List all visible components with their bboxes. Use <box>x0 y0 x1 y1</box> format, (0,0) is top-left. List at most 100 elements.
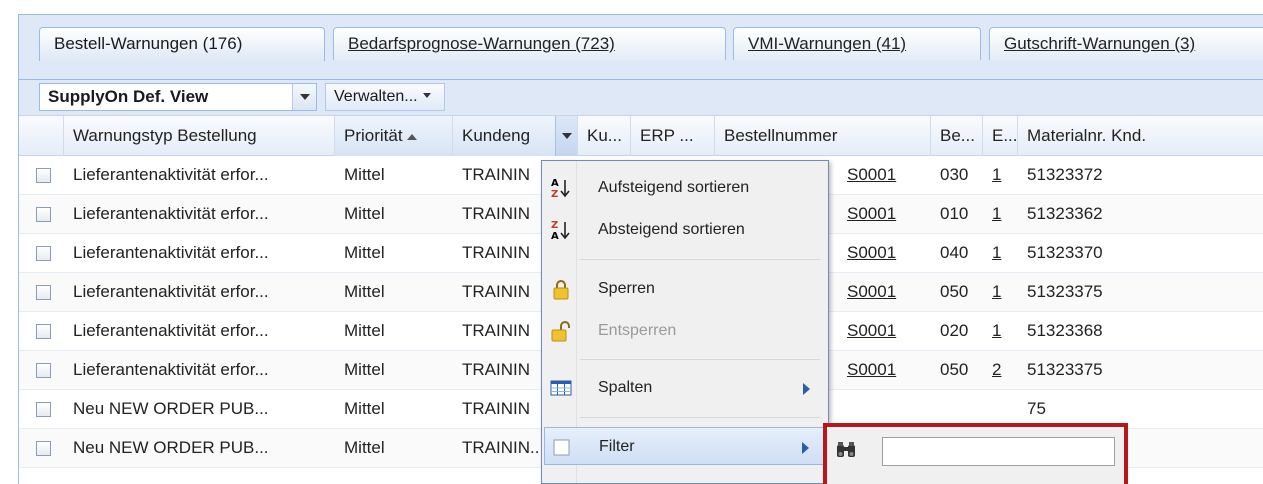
chevron-down-icon <box>561 133 572 139</box>
column-header-label: ERP ... <box>640 126 694 145</box>
tab-label: Gutschrift-Warnungen (3) <box>1004 34 1196 53</box>
row-checkbox[interactable] <box>36 363 51 378</box>
tab-label: Bestell-Warnungen (176) <box>54 34 243 53</box>
menu-item-sort-desc[interactable]: ZA Absteigend sortieren <box>544 211 826 249</box>
column-header-material[interactable]: Materialnr. Knd. <box>1018 116 1263 156</box>
column-header-label: Priorität <box>344 126 403 145</box>
svg-text:Z: Z <box>551 189 558 199</box>
filter-input[interactable] <box>882 437 1115 466</box>
menu-separator <box>580 259 820 260</box>
column-header-priority[interactable]: Priorität <box>335 116 453 156</box>
cell-position: 030 <box>940 165 969 184</box>
menu-item-label: Sperren <box>598 280 655 297</box>
menu-separator <box>580 359 820 360</box>
cell-priority: Mittel <box>344 204 385 223</box>
cell-material: 51323372 <box>1027 165 1103 184</box>
column-header-label: Be... <box>940 126 975 145</box>
tab-forecast-alerts[interactable]: Bedarfsprognose-Warnungen (723) <box>333 27 726 60</box>
cell-material: 51323362 <box>1027 204 1103 223</box>
column-menu-button[interactable] <box>555 116 577 156</box>
submenu-arrow-icon <box>802 442 809 454</box>
row-checkbox[interactable] <box>36 324 51 339</box>
column-header-e[interactable]: E... <box>983 116 1018 156</box>
row-checkbox[interactable] <box>36 168 51 183</box>
menu-item-lock[interactable]: Sperren <box>544 270 826 308</box>
column-header-alert-type[interactable]: Warnungstyp Bestellung <box>64 116 335 156</box>
cell-order-number[interactable]: S0001 <box>839 312 931 350</box>
cell-order-number[interactable]: S0001 <box>839 156 931 194</box>
binoculars-icon <box>835 441 857 459</box>
sort-ascending-icon: AZ <box>550 177 572 200</box>
cell-priority: Mittel <box>344 282 385 301</box>
menu-item-label: Entsperren <box>598 322 677 339</box>
cell-e[interactable]: 1 <box>983 273 1018 311</box>
tab-credit-alerts[interactable]: Gutschrift-Warnungen (3) <box>989 27 1263 60</box>
view-select[interactable]: SupplyOn Def. View <box>39 83 317 111</box>
cell-alert-type: Lieferantenaktivität erfor... <box>73 360 269 379</box>
column-header-position[interactable]: Be... <box>931 116 983 156</box>
columns-icon <box>550 377 572 399</box>
tab-strip: Bestell-Warnungen (176) Bedarfsprognose-… <box>19 15 1263 80</box>
menu-item-label: Filter <box>599 438 635 455</box>
tab-order-alerts[interactable]: Bestell-Warnungen (176) <box>39 27 325 61</box>
column-header-label: Materialnr. Knd. <box>1027 126 1147 145</box>
cell-material: 51323368 <box>1027 321 1103 340</box>
row-checkbox[interactable] <box>36 246 51 261</box>
column-header-label: Ku... <box>587 126 622 145</box>
cell-alert-type: Neu NEW ORDER PUB... <box>73 399 269 418</box>
header-select-all[interactable] <box>19 116 64 156</box>
chevron-down-icon[interactable] <box>292 84 316 110</box>
cell-order-number[interactable]: S0001 <box>839 234 931 272</box>
cell-order-number[interactable]: S0001 <box>839 273 931 311</box>
cell-e[interactable]: 2 <box>983 351 1018 389</box>
cell-order-number[interactable]: S0001 <box>839 195 931 233</box>
menu-item-label: Absteigend sortieren <box>598 221 745 238</box>
tab-vmi-alerts[interactable]: VMI-Warnungen (41) <box>733 27 981 60</box>
cell-e[interactable]: 1 <box>983 234 1018 272</box>
cell-position: 050 <box>940 282 969 301</box>
cell-e[interactable]: 1 <box>983 195 1018 233</box>
cell-e[interactable]: 1 <box>983 312 1018 350</box>
column-header-label: E... <box>992 126 1018 145</box>
cell-alert-type: Lieferantenaktivität erfor... <box>73 243 269 262</box>
cell-material: 51323375 <box>1027 282 1103 301</box>
filter-submenu <box>823 423 1128 484</box>
menu-item-filter[interactable]: Filter <box>544 427 826 465</box>
menu-item-sort-asc[interactable]: AZ Aufsteigend sortieren <box>544 169 826 207</box>
row-checkbox[interactable] <box>36 207 51 222</box>
menu-separator <box>580 417 820 418</box>
row-checkbox[interactable] <box>36 285 51 300</box>
sort-ascending-icon <box>406 133 417 140</box>
column-header-customer[interactable]: Kundeng <box>453 116 578 156</box>
cell-e[interactable]: 1 <box>983 156 1018 194</box>
cell-position: 040 <box>940 243 969 262</box>
column-header-erp[interactable]: ERP ... <box>631 116 715 156</box>
checkbox-icon[interactable] <box>551 436 573 458</box>
menu-item-label: Spalten <box>598 379 653 396</box>
svg-text:Z: Z <box>551 220 558 231</box>
column-header-label: Warnungstyp Bestellung <box>73 126 257 145</box>
menu-item-label: Aufsteigend sortieren <box>598 179 750 196</box>
grid-header: Warnungstyp Bestellung Priorität Kundeng… <box>19 115 1263 156</box>
manage-views-button[interactable]: Verwalten... <box>325 83 445 111</box>
caret-down-icon <box>422 93 431 99</box>
menu-item-unlock[interactable]: Entsperren <box>544 312 826 350</box>
tab-label: Bedarfsprognose-Warnungen (723) <box>348 34 615 53</box>
menu-item-columns[interactable]: Spalten <box>544 369 826 407</box>
cell-position: 050 <box>940 360 969 379</box>
cell-alert-type: Neu NEW ORDER PUB... <box>73 438 269 457</box>
row-checkbox[interactable] <box>36 402 51 417</box>
cell-alert-type: Lieferantenaktivität erfor... <box>73 165 269 184</box>
row-checkbox[interactable] <box>36 441 51 456</box>
column-context-menu: AZ Aufsteigend sortieren ZA Absteigend s… <box>541 160 829 484</box>
column-header-customer-2[interactable]: Ku... <box>578 116 631 156</box>
cell-priority: Mittel <box>344 438 385 457</box>
view-select-value: SupplyOn Def. View <box>48 87 209 106</box>
column-header-order-number[interactable]: Bestellnummer <box>715 116 931 156</box>
cell-material: 51323370 <box>1027 243 1103 262</box>
sort-descending-icon: ZA <box>550 219 572 242</box>
cell-order-number[interactable]: S0001 <box>839 351 931 389</box>
unlock-icon <box>550 320 572 342</box>
cell-position: 010 <box>940 204 969 223</box>
tab-label: VMI-Warnungen (41) <box>748 34 907 53</box>
